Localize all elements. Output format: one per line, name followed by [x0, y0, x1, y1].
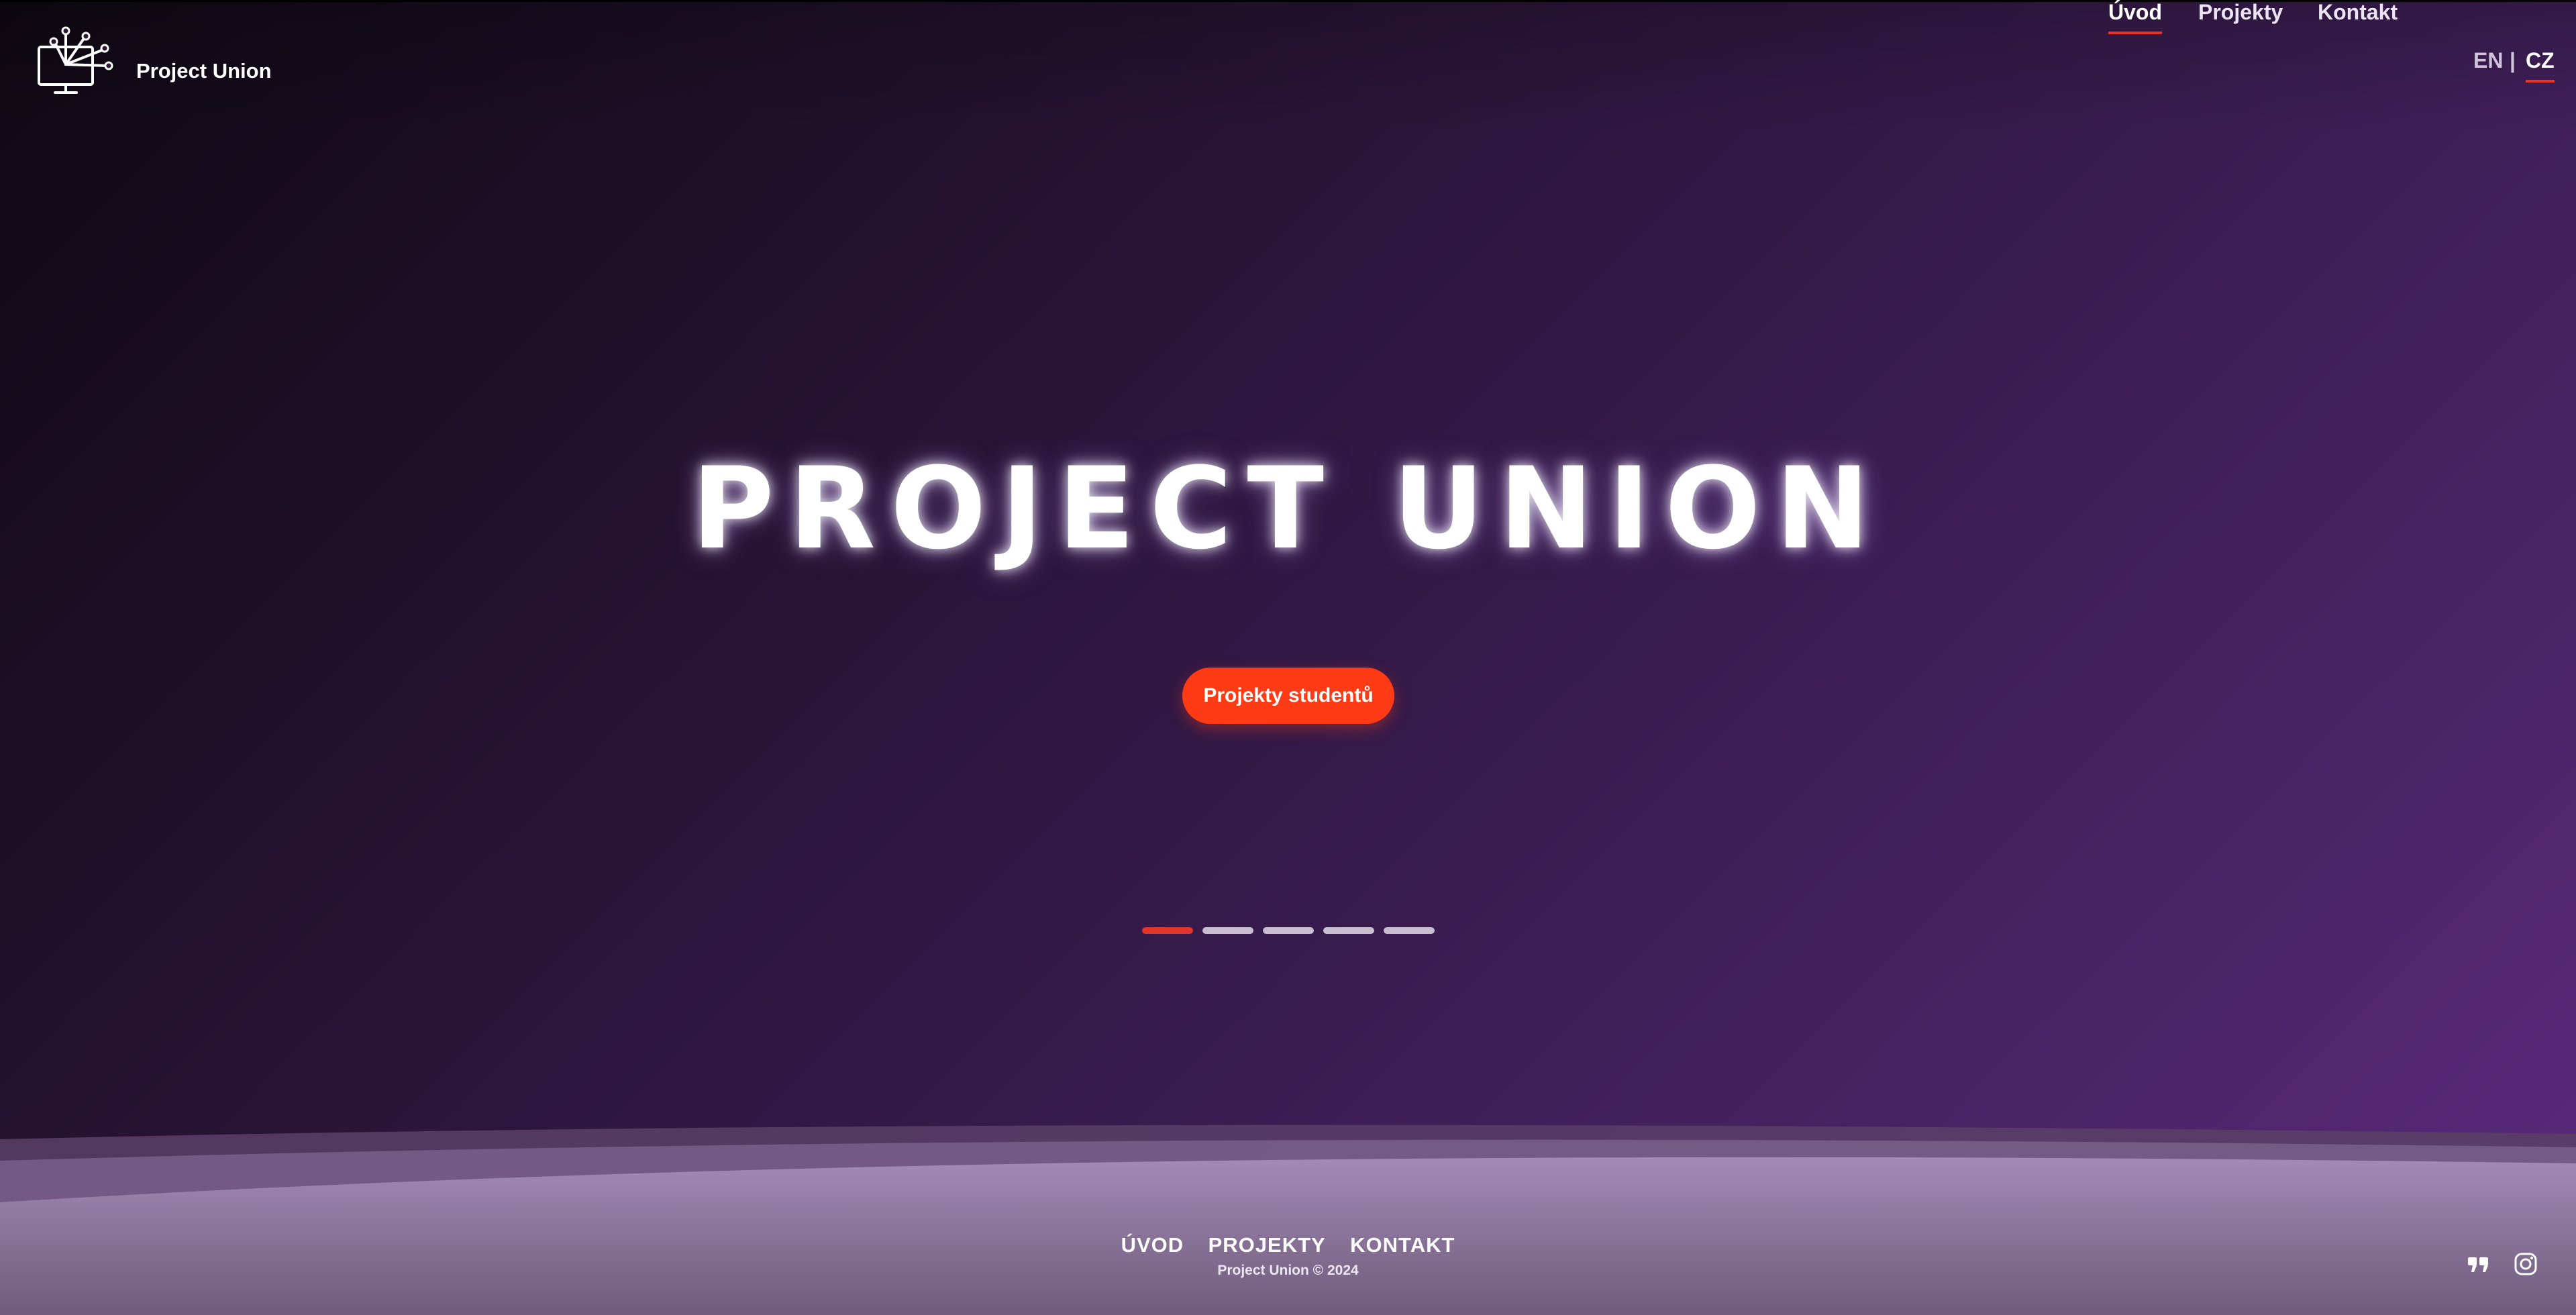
hero-title: PROJECT UNION [691, 443, 1885, 574]
copyright-text: Project Union © 2024 [1217, 1263, 1359, 1278]
slider-dot-5[interactable] [1384, 927, 1435, 934]
site-header: Project Union Úvod Projekty Kontakt EN |… [0, 0, 2576, 134]
quote-icon[interactable] [2465, 1251, 2492, 1277]
footer-link-projekty[interactable]: PROJEKTY [1208, 1233, 1326, 1257]
lang-cz[interactable]: CZ [2526, 48, 2555, 83]
nav-kontakt[interactable]: Kontakt [2318, 0, 2398, 32]
slider-dot-2[interactable] [1202, 927, 1253, 934]
footer-link-uvod[interactable]: ÚVOD [1121, 1233, 1184, 1257]
logo-icon[interactable] [35, 24, 115, 98]
slider-dot-4[interactable] [1323, 927, 1374, 934]
footer-link-kontakt[interactable]: KONTAKT [1350, 1233, 1455, 1257]
nav-projekty[interactable]: Projekty [2198, 0, 2283, 32]
lang-en[interactable]: EN [2473, 48, 2503, 80]
footer-waves [0, 1124, 2576, 1315]
footer-nav: ÚVOD PROJEKTY KONTAKT [0, 1233, 2576, 1257]
nav-uvod[interactable]: Úvod [2108, 0, 2162, 34]
lang-separator: | [2510, 48, 2516, 72]
student-projects-button[interactable]: Projekty studentů [1182, 668, 1394, 724]
slider-dot-1[interactable] [1142, 927, 1193, 934]
instagram-icon[interactable] [2512, 1251, 2539, 1277]
brand-name[interactable]: Project Union [136, 59, 272, 83]
slider-dot-3[interactable] [1263, 927, 1314, 934]
